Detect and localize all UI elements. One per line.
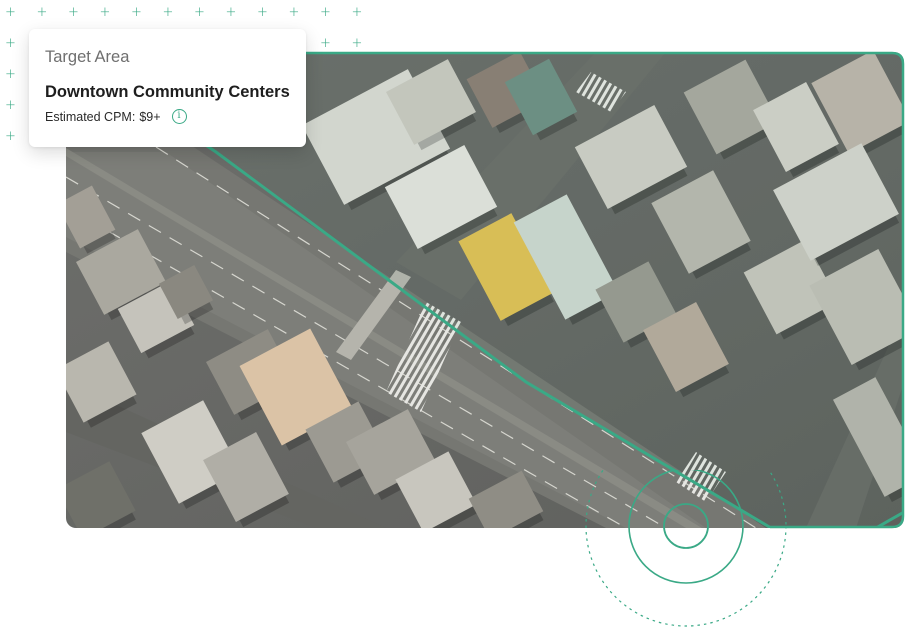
card-title: Downtown Community Centers bbox=[45, 83, 290, 101]
card-label: Target Area bbox=[45, 48, 130, 66]
plus-icon: + bbox=[225, 5, 237, 20]
plus-icon: + bbox=[5, 36, 16, 51]
plus-icon: + bbox=[288, 5, 300, 20]
cpm-value: $9+ bbox=[139, 109, 161, 124]
plus-icon: + bbox=[162, 5, 174, 20]
target-area-card: Target Area Downtown Community Centers E… bbox=[29, 29, 306, 147]
plus-icon: + bbox=[351, 5, 363, 20]
target-area-frame bbox=[302, 51, 905, 529]
plus-icon: + bbox=[131, 5, 142, 20]
plus-icon: + bbox=[36, 5, 48, 20]
plus-icon: + bbox=[68, 5, 79, 20]
plus-icon: + bbox=[320, 5, 331, 20]
plus-icon: + bbox=[351, 36, 363, 51]
plus-icon: + bbox=[99, 5, 111, 20]
plus-icon: + bbox=[257, 5, 268, 20]
info-icon[interactable]: i bbox=[171, 109, 187, 124]
cpm-row: Estimated CPM: $9+ i bbox=[45, 109, 290, 124]
plus-icon: + bbox=[194, 5, 205, 20]
plus-icon: + bbox=[5, 98, 16, 113]
plus-icon: + bbox=[5, 129, 16, 144]
plus-icon: + bbox=[320, 36, 331, 51]
plus-icon: + bbox=[5, 5, 16, 20]
cpm-label: Estimated CPM: bbox=[45, 109, 136, 124]
radar-rings-icon bbox=[585, 470, 787, 627]
plus-icon: + bbox=[5, 67, 16, 82]
